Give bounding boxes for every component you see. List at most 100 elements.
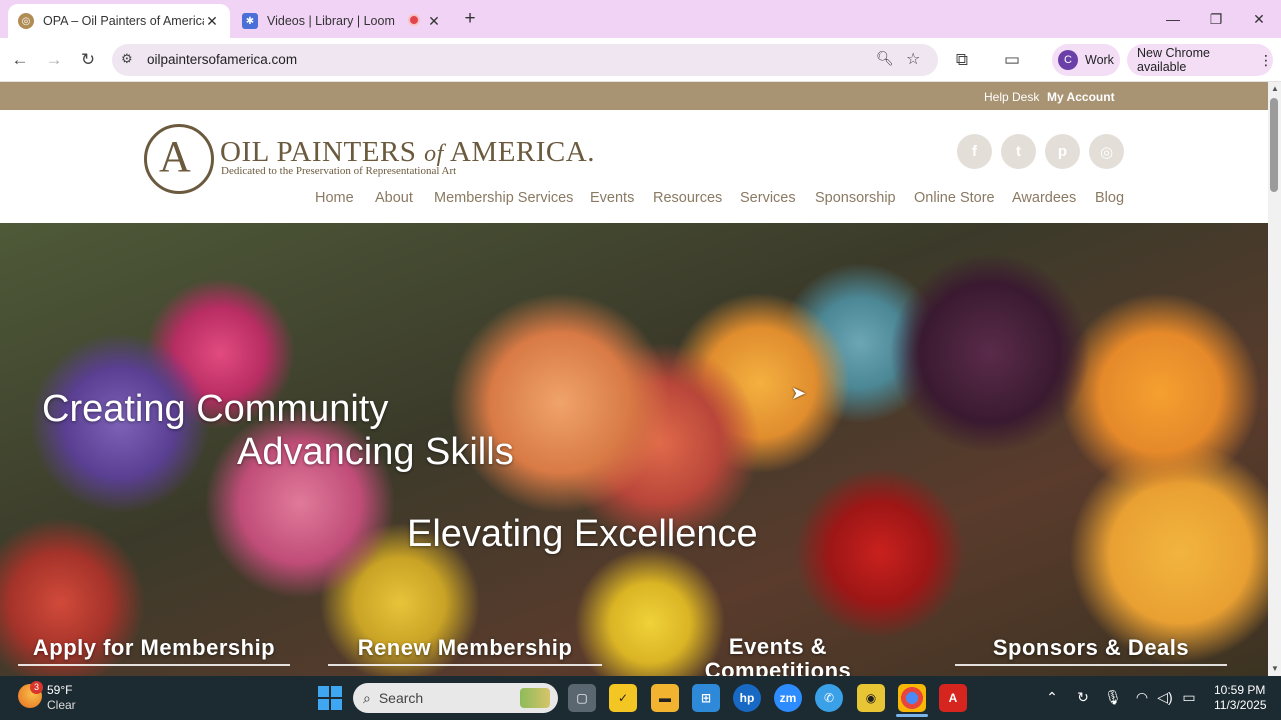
volume-icon[interactable]: ◁) <box>1155 689 1175 706</box>
sponsors-deals-button[interactable]: Sponsors & Deals <box>955 630 1227 666</box>
sync-icon[interactable]: ↻ <box>1073 689 1093 706</box>
zoom-app-icon[interactable]: zm <box>774 684 802 712</box>
nav-services[interactable]: Services <box>740 190 796 206</box>
scroll-down-icon[interactable]: ▼ <box>1271 664 1279 673</box>
logo-monogram-icon: A <box>159 132 191 181</box>
twitter-icon[interactable]: t <box>1001 134 1036 169</box>
weather-badge: 3 <box>30 681 43 694</box>
apply-membership-button[interactable]: Apply for Membership <box>18 630 290 666</box>
zoom-icon[interactable]: 🔍︎ <box>876 50 894 67</box>
windows-start-icon[interactable] <box>318 686 342 710</box>
avatar: C <box>1058 50 1078 70</box>
address-bar[interactable]: ⚙ oilpaintersofamerica.com 🔍︎ ☆ <box>112 44 938 76</box>
nav-membership-services[interactable]: Membership Services <box>434 190 573 206</box>
nav-about[interactable]: About <box>375 190 413 206</box>
start-tile <box>331 686 342 697</box>
forward-button[interactable]: → <box>42 48 66 72</box>
nav-resources[interactable]: Resources <box>653 190 722 206</box>
cta-label: Apply for Membership <box>32 635 276 660</box>
facebook-icon[interactable]: f <box>957 134 992 169</box>
profile-label: Work <box>1085 53 1114 67</box>
opa-logo-icon[interactable]: A <box>144 124 214 194</box>
weather-temp: 59°F <box>47 683 73 697</box>
loom-favicon-icon: ✱ <box>242 13 258 29</box>
logo-tagline: Dedicated to the Preservation of Represe… <box>221 165 457 177</box>
help-desk-link[interactable]: Help Desk <box>984 90 1039 104</box>
minimize-button[interactable]: — <box>1151 6 1195 32</box>
search-placeholder: Search <box>378 690 424 706</box>
teams-icon[interactable]: ✆ <box>815 684 843 712</box>
site-utility-bar: Help Desk My Account <box>0 82 1268 110</box>
sticky-tasks-icon[interactable]: ✓ <box>609 684 637 712</box>
search-icon: ⌕ <box>363 689 371 706</box>
nav-blog[interactable]: Blog <box>1095 190 1124 206</box>
tab-opa[interactable]: ◎ OPA – Oil Painters of America – ✕ <box>8 4 230 38</box>
cta-label: Renew Membership <box>357 635 573 660</box>
site-info-icon[interactable]: ⚙ <box>121 51 133 67</box>
url-text: oilpaintersofamerica.com <box>147 52 298 67</box>
battery-icon[interactable]: ▭ <box>1179 689 1199 706</box>
close-window-button[interactable]: ✕ <box>1237 6 1281 32</box>
bookmark-star-icon[interactable]: ☆ <box>906 49 920 69</box>
scrollbar-thumb[interactable] <box>1270 98 1278 192</box>
update-label: New Chrome available <box>1137 46 1210 74</box>
scroll-up-icon[interactable]: ▲ <box>1271 84 1279 93</box>
nav-home[interactable]: Home <box>315 190 354 206</box>
weather-desc: Clear <box>47 698 76 712</box>
nav-events[interactable]: Events <box>590 190 634 206</box>
cta-underline <box>328 664 602 666</box>
taskbar-search-box[interactable]: ⌕ Search <box>353 683 558 713</box>
close-tab-icon[interactable]: ✕ <box>204 13 220 30</box>
acrobat-icon[interactable]: A <box>939 684 967 712</box>
tray-overflow-icon[interactable]: ⌃ <box>1042 689 1062 706</box>
hero-line-1: Creating Community <box>42 388 389 430</box>
start-tile <box>318 699 329 710</box>
cta-label: Events & Competitions <box>704 634 852 677</box>
profile-button[interactable]: C Work <box>1052 44 1120 76</box>
clock-time[interactable]: 10:59 PM <box>1214 683 1265 697</box>
hero-painting-image: Creating Community Advancing Skills Elev… <box>0 223 1268 676</box>
wifi-icon[interactable]: ◠ <box>1132 689 1152 706</box>
cta-underline <box>955 664 1227 666</box>
mouse-cursor-icon: ➤ <box>791 383 807 403</box>
microphone-icon[interactable]: 🎙︎ <box>1103 689 1123 706</box>
instagram-icon[interactable]: ◎ <box>1089 134 1124 169</box>
hero-line-3: Elevating Excellence <box>407 513 758 555</box>
cta-label: Sponsors & Deals <box>992 635 1190 660</box>
tab-title: OPA – Oil Painters of America – <box>43 14 204 28</box>
nav-awardees[interactable]: Awardees <box>1012 190 1076 206</box>
norton-icon[interactable]: ◉ <box>857 684 885 712</box>
new-tab-button[interactable]: + <box>459 8 481 30</box>
browser-toolbar: ← → ↻ ⚙ oilpaintersofamerica.com 🔍︎ ☆ ⧉ … <box>0 38 1281 82</box>
nav-online-store[interactable]: Online Store <box>914 190 995 206</box>
microsoft-store-icon[interactable]: ⊞ <box>692 684 720 712</box>
media-cast-icon[interactable]: ▭ <box>1000 48 1024 72</box>
active-app-indicator <box>896 714 928 717</box>
cta-underline <box>18 664 290 666</box>
tab-loom[interactable]: ✱ Videos | Library | Loom ✕ <box>232 4 452 38</box>
hero-line-2: Advancing Skills <box>237 431 514 473</box>
start-tile <box>331 699 342 710</box>
hp-icon[interactable]: hp <box>733 684 761 712</box>
pinterest-icon[interactable]: p <box>1045 134 1080 169</box>
chrome-update-button[interactable]: New Chrome available ⋮ <box>1127 44 1273 76</box>
clock-date[interactable]: 11/3/2025 <box>1214 698 1267 712</box>
opa-favicon-icon: ◎ <box>18 13 34 29</box>
extensions-icon[interactable]: ⧉ <box>950 48 974 72</box>
restore-button[interactable]: ❐ <box>1194 6 1238 32</box>
back-button[interactable]: ← <box>8 48 32 72</box>
search-highlight-icon <box>520 688 550 708</box>
close-tab-icon[interactable]: ✕ <box>426 13 442 30</box>
tab-title: Videos | Library | Loom <box>267 14 395 28</box>
renew-membership-button[interactable]: Renew Membership <box>328 630 602 666</box>
file-explorer-icon[interactable]: ▬ <box>651 684 679 712</box>
recording-indicator-icon <box>408 14 420 26</box>
my-account-link[interactable]: My Account <box>1047 90 1115 104</box>
reload-button[interactable]: ↻ <box>76 48 100 72</box>
nav-sponsorship[interactable]: Sponsorship <box>815 190 896 206</box>
start-tile <box>318 686 329 697</box>
site-header: A OIL PAINTERS of AMERICA. Dedicated to … <box>0 110 1268 223</box>
task-view-icon[interactable]: ▢ <box>568 684 596 712</box>
events-competitions-button[interactable]: Events & Competitions <box>660 630 896 677</box>
chrome-icon[interactable] <box>898 684 926 712</box>
